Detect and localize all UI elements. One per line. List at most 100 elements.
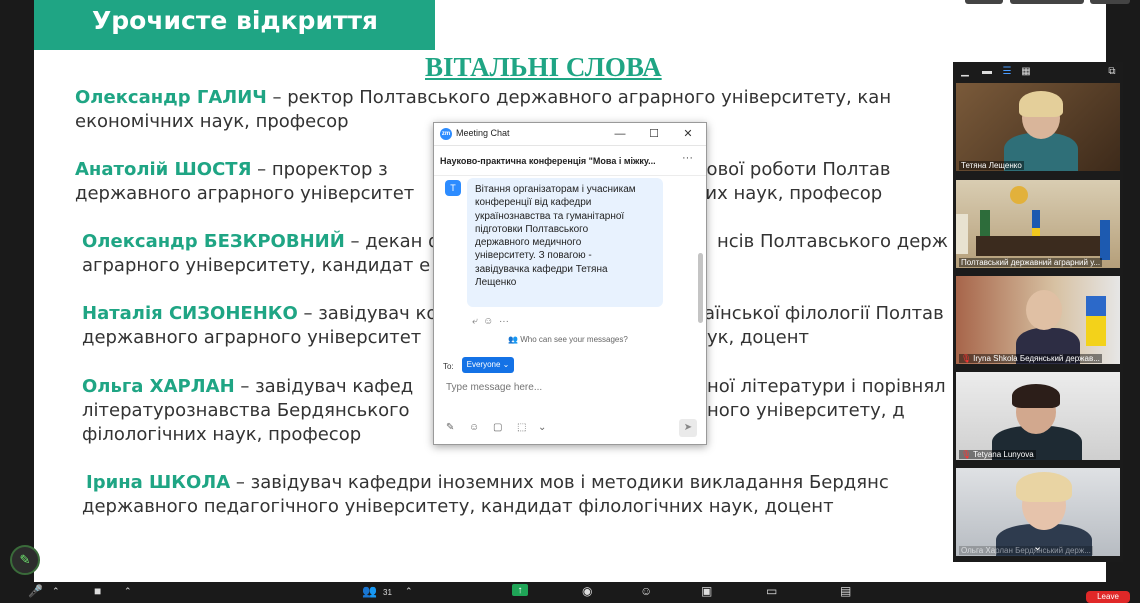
emblem-icon xyxy=(1010,186,1028,204)
speaker-role-line: нсів Полтавського держ xyxy=(717,231,948,252)
speaker-role-line: літературознавства Бердянського xyxy=(82,400,410,421)
speaker-role-line: економічних наук, професор xyxy=(75,111,349,132)
annotate-pen-button[interactable]: ✎ xyxy=(10,545,40,575)
exit-panel-icon[interactable]: ⧉ xyxy=(1105,65,1119,78)
message-actions: ⤶ ☺ ··· xyxy=(472,316,509,327)
participant-name: Полтавський державний аграрний у... xyxy=(959,258,1103,267)
muted-mic-icon: 🎙 xyxy=(961,354,972,363)
participant-name-text: Iryna Shkola Бедянський держав... xyxy=(973,354,1100,363)
minimize-panel-icon[interactable]: ▁ xyxy=(958,65,972,78)
record-icon[interactable]: ◉ xyxy=(582,584,592,598)
more-actions-icon[interactable]: ··· xyxy=(499,316,509,327)
conference-table xyxy=(976,236,1106,256)
more-options-button[interactable]: ··· xyxy=(682,152,693,164)
maximize-button[interactable]: ☐ xyxy=(644,125,664,143)
message-input[interactable] xyxy=(446,382,686,393)
speaker-role-line: державного педагогічного університету, к… xyxy=(82,496,834,517)
format-icon[interactable]: ✎ xyxy=(446,422,454,433)
chevron-down-icon[interactable]: ⌄ xyxy=(1033,540,1042,553)
participant-hair xyxy=(1016,472,1072,502)
video-tile[interactable]: 🎙 Iryna Shkola Бедянський держав... xyxy=(956,276,1120,364)
speaker-role-line: аграрного університету, кандидат е xyxy=(82,255,431,276)
emoji-icon[interactable]: ☺ xyxy=(469,422,479,433)
chat-scrollbar[interactable] xyxy=(698,253,703,323)
speaker-name: Ірина ШКОЛА xyxy=(86,472,231,493)
video-tile[interactable]: 🎙 Tetyana Lunyova xyxy=(956,372,1120,460)
conversation-title: Науково-практична конференція "Мова і мі… xyxy=(440,156,656,166)
speaker-name: Наталія СИЗОНЕНКО xyxy=(82,303,298,324)
participant-name: 🎙 Tetyana Lunyova xyxy=(959,450,1036,459)
message-line: державного медичного xyxy=(475,237,582,249)
chevron-down-icon[interactable]: ⌄ xyxy=(538,422,546,433)
message-line: підготовки Полтавського xyxy=(475,223,589,235)
grid-view-icon[interactable]: ▦ xyxy=(1019,65,1033,78)
slide-heading: ВІТАЛЬНІ СЛОВА xyxy=(425,52,662,82)
notes-icon[interactable]: ▤ xyxy=(840,584,851,598)
speaker-role: – завідувач ко xyxy=(297,303,438,324)
top-control[interactable] xyxy=(1090,0,1130,4)
message-line: конференції від кафедри xyxy=(475,197,592,209)
reply-icon[interactable]: ⤶ xyxy=(472,316,478,327)
video-tile[interactable]: Тетяна Лещенко xyxy=(956,83,1120,171)
flag-icon xyxy=(1100,220,1110,260)
leave-button[interactable]: Leave xyxy=(1086,591,1130,603)
chevron-up-icon[interactable]: ⌃ xyxy=(52,584,60,598)
speaker-role-line: аїнської філології Полтав xyxy=(704,303,944,324)
sender-avatar: T xyxy=(445,180,461,196)
speaker-role-line: державного аграрного університет xyxy=(75,183,415,204)
emoji-react-icon[interactable]: ☺ xyxy=(483,316,493,327)
participant-panel: ▁ ▬ ☰ ▦ ⧉ Тетяна Лещенко Полтавський дер… xyxy=(953,62,1123,562)
participant-name: 🎙 Iryna Shkola Бедянський держав... xyxy=(959,354,1102,363)
participant-face xyxy=(1026,290,1062,330)
speaker-role-line: ук, доцент xyxy=(707,327,810,348)
divider xyxy=(434,175,706,176)
participant-name: Тетяна Лещенко xyxy=(959,161,1024,170)
share-screen-icon[interactable]: ↑ xyxy=(512,584,528,596)
microphone-icon[interactable]: 🎤 xyxy=(28,584,43,598)
meeting-chat-window[interactable]: zm Meeting Chat — ☐ ✕ Науково-практична … xyxy=(433,122,707,445)
video-tile[interactable]: Ольга Харлан Бердянський держ... ⌄ xyxy=(956,468,1120,556)
message-line: завідувачка кафедри Тетяна xyxy=(475,263,608,275)
speaker-role: – завідувач кафедри іноземних мов і мето… xyxy=(230,472,889,493)
message-line: українознавства та гуманітарної xyxy=(475,210,625,222)
send-icon: ➤ xyxy=(683,422,693,433)
recipient-dropdown[interactable]: Everyone ⌄ xyxy=(462,357,514,373)
slide-banner: Урочисте відкриття xyxy=(34,0,435,50)
file-icon[interactable]: ▢ xyxy=(493,422,502,433)
single-view-icon[interactable]: ▬ xyxy=(980,65,994,78)
chevron-up-icon[interactable]: ⌃ xyxy=(124,584,132,598)
screenshot-icon[interactable]: ⬚ xyxy=(517,422,526,433)
speaker-name: Олександр ГАЛИЧ xyxy=(75,87,267,108)
top-control[interactable] xyxy=(1010,0,1084,4)
reactions-icon[interactable]: ☺ xyxy=(640,584,652,598)
speaker-entry: Олександр БЕЗКРОВНИЙ – декан ф xyxy=(82,230,444,254)
participants-icon[interactable]: 👥 xyxy=(362,584,377,598)
participants-count: 31 xyxy=(383,588,392,597)
speaker-entry: Наталія СИЗОНЕНКО – завідувач ко xyxy=(82,302,437,326)
close-button[interactable]: ✕ xyxy=(678,125,698,143)
chat-titlebar[interactable]: zm Meeting Chat — ☐ ✕ xyxy=(434,123,706,146)
chat-message-text: Вітання організаторам і учасникам конфер… xyxy=(475,183,661,289)
meeting-toolbar: 🎤 ⌃ ■ ⌃ 👥 ⌃ ↑ ◉ ☺ ▣ ▭ ▤ xyxy=(0,582,1140,600)
chevron-down-icon: ⌄ xyxy=(502,360,510,369)
minimize-button[interactable]: — xyxy=(610,125,630,143)
whiteboard-icon[interactable]: ▭ xyxy=(766,584,777,598)
strip-view-icon[interactable]: ☰ xyxy=(1000,65,1014,78)
send-button[interactable]: ➤ xyxy=(679,419,697,437)
participant-name: Ольга Харлан Бердянський держ... xyxy=(959,546,1093,555)
chevron-up-icon[interactable]: ⌃ xyxy=(405,584,413,598)
message-line: Лещенко xyxy=(475,277,517,289)
participant-hair xyxy=(1019,91,1063,117)
participant-hair xyxy=(1012,384,1060,408)
who-can-see-link[interactable]: 👥 Who can see your messages? xyxy=(508,335,628,344)
pencil-icon: ✎ xyxy=(19,552,31,567)
speaker-role: – завідувач кафед xyxy=(234,376,414,397)
video-camera-icon[interactable]: ■ xyxy=(94,584,101,598)
zoom-logo-icon: zm xyxy=(440,128,452,140)
top-control[interactable] xyxy=(965,0,1003,4)
apps-icon[interactable]: ▣ xyxy=(701,584,712,598)
video-tile[interactable]: Полтавський державний аграрний у... xyxy=(956,180,1120,268)
speaker-name: Олександр БЕЗКРОВНИЙ xyxy=(82,231,345,252)
who-can-see-text: Who can see your messages? xyxy=(520,335,628,344)
speaker-role-line: ного університету, д xyxy=(707,400,905,421)
